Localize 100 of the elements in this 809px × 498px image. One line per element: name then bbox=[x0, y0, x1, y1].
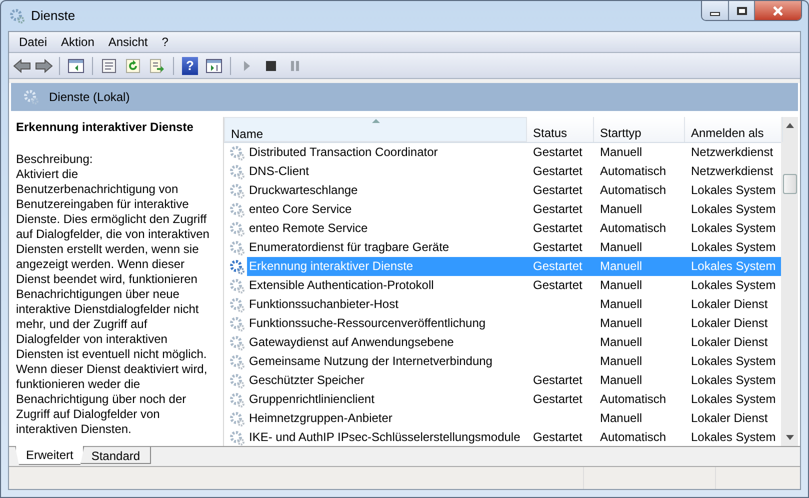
table-cell: Automatisch bbox=[600, 392, 666, 406]
table-cell: Gestartet bbox=[533, 430, 582, 444]
maximize-button[interactable] bbox=[729, 1, 755, 20]
table-cell: Automatisch bbox=[600, 221, 666, 235]
table-cell: Lokales System bbox=[691, 354, 776, 368]
table-cell: Lokales System bbox=[691, 259, 776, 273]
service-name[interactable]: Funktionssuchanbieter-Host bbox=[247, 295, 527, 314]
table-cell: Manuell bbox=[600, 354, 642, 368]
table-cell: Lokales System bbox=[691, 183, 776, 197]
gears-icon bbox=[229, 220, 245, 236]
gears-icon bbox=[229, 182, 245, 198]
table-cell: Manuell bbox=[600, 373, 642, 387]
table-cell: Netzwerkdienst bbox=[691, 164, 774, 178]
menu-item[interactable]: Ansicht bbox=[102, 32, 154, 52]
gears-icon bbox=[229, 164, 245, 180]
gears-icon bbox=[229, 202, 245, 218]
scroll-up-icon[interactable] bbox=[786, 123, 794, 128]
table-cell: Manuell bbox=[600, 411, 642, 425]
table-cell: Lokales System bbox=[691, 392, 776, 406]
table-cell: Lokales System bbox=[691, 202, 776, 216]
table-cell: Netzwerkdienst bbox=[691, 145, 774, 159]
service-name[interactable]: IKE- und AuthIP IPsec-Schlüsselerstellungsmodule bbox=[247, 428, 527, 447]
service-name[interactable]: Gatewaydienst auf Anwendungsebene bbox=[247, 333, 527, 352]
window-title: Dienste bbox=[31, 7, 76, 26]
table-cell: Manuell bbox=[600, 145, 642, 159]
column-header[interactable]: Starttyp bbox=[594, 117, 685, 142]
gears-icon bbox=[229, 258, 245, 274]
table-cell: Lokales System bbox=[691, 240, 776, 254]
service-name[interactable]: enteo Core Service bbox=[247, 200, 527, 219]
menu-item[interactable]: Datei bbox=[13, 32, 54, 52]
service-name[interactable]: Extensible Authentication-Protokoll bbox=[247, 276, 527, 295]
scroll-thumb[interactable] bbox=[782, 174, 796, 194]
table-cell: Manuell bbox=[600, 316, 642, 330]
table-cell: Lokales System bbox=[691, 373, 776, 387]
gears-icon bbox=[229, 430, 245, 446]
table-cell: Lokaler Dienst bbox=[691, 335, 768, 349]
table-cell: Manuell bbox=[600, 297, 642, 311]
service-name[interactable]: Distributed Transaction Coordinator bbox=[247, 143, 527, 162]
gears-icon bbox=[229, 392, 245, 408]
table-cell: Automatisch bbox=[600, 430, 666, 444]
help-button[interactable]: ? bbox=[182, 56, 198, 74]
gears-icon bbox=[229, 316, 245, 332]
table-cell: Lokaler Dienst bbox=[691, 411, 768, 425]
table-cell: Lokaler Dienst bbox=[691, 297, 768, 311]
menu-item[interactable]: Aktion bbox=[55, 32, 100, 52]
service-name[interactable]: DNS-Client bbox=[247, 162, 527, 181]
close-button[interactable] bbox=[755, 1, 801, 20]
service-name[interactable]: Druckwarteschlange bbox=[247, 181, 527, 200]
service-name[interactable]: Heimnetzgruppen-Anbieter bbox=[247, 409, 527, 428]
table-cell: Gestartet bbox=[533, 392, 582, 406]
table-cell: Gestartet bbox=[533, 373, 582, 387]
table-cell: Lokales System bbox=[691, 221, 776, 235]
gears-icon bbox=[229, 278, 245, 294]
gears-icon bbox=[229, 334, 245, 350]
table-cell: Manuell bbox=[600, 278, 642, 292]
gears-icon bbox=[229, 354, 245, 370]
table-cell: Gestartet bbox=[533, 240, 582, 254]
gears-icon bbox=[229, 240, 245, 256]
tab[interactable]: Standard bbox=[80, 447, 152, 464]
service-name[interactable]: enteo Remote Service bbox=[247, 219, 527, 238]
minimize-button[interactable] bbox=[702, 1, 729, 20]
scroll-down-icon[interactable] bbox=[786, 435, 794, 440]
description-label: Beschreibung: bbox=[16, 152, 94, 167]
table-cell: Automatisch bbox=[600, 164, 666, 178]
table-cell: Gestartet bbox=[533, 164, 582, 178]
scrollbar[interactable] bbox=[781, 117, 798, 446]
table-cell: Manuell bbox=[600, 259, 642, 273]
gears-icon bbox=[229, 144, 245, 160]
table-cell: Manuell bbox=[600, 335, 642, 349]
service-name[interactable]: Enumeratordienst für tragbare Geräte bbox=[247, 238, 527, 257]
service-title: Erkennung interaktiver Dienste bbox=[16, 119, 194, 136]
sort-arrow-icon bbox=[372, 119, 380, 123]
tab[interactable]: Erweitert bbox=[15, 446, 84, 465]
gears-icon bbox=[9, 8, 25, 24]
table-cell: Automatisch bbox=[600, 183, 666, 197]
column-header[interactable]: Status bbox=[527, 117, 594, 142]
table-cell: Gestartet bbox=[533, 221, 582, 235]
table-cell: Manuell bbox=[600, 240, 642, 254]
service-name[interactable]: Gruppenrichtlinienclient bbox=[247, 390, 527, 409]
close-icon bbox=[772, 6, 784, 16]
service-name[interactable]: Gemeinsame Nutzung der Internetverbindung bbox=[247, 352, 527, 371]
table-cell: Manuell bbox=[600, 202, 642, 216]
gears-icon bbox=[229, 372, 245, 388]
gears-icon bbox=[229, 296, 245, 312]
table-cell: Gestartet bbox=[533, 145, 582, 159]
table-cell: Gestartet bbox=[533, 202, 582, 216]
table-cell: Lokales System bbox=[691, 278, 776, 292]
service-name[interactable]: Geschützter Speicher bbox=[247, 371, 527, 390]
table-cell: Gestartet bbox=[533, 183, 582, 197]
service-name[interactable]: Funktionssuche-Ressourcenveröffentlichung bbox=[247, 314, 527, 333]
menu-item[interactable]: ? bbox=[156, 32, 174, 52]
gears-icon bbox=[229, 410, 245, 426]
column-header[interactable]: Name bbox=[224, 117, 527, 142]
table-cell: Gestartet bbox=[533, 278, 582, 292]
description-text: Aktiviert die Benutzerbenachrichtigung von Benutzereingaben für interaktive Dienste. Dies ermöglicht den Zugriff auf Dialogfelder, die von interaktiven Diensten erstellt werden, wenn sie angezeigt werden. Wenn dieser Dienst beendet wird, funktionieren Benachrichtigungen über neue interaktive Dienstdialogfelder nicht mehr, und der Zugriff auf Dialogfelder von interaktiven Diensten ist eventuell nicht möglich. Wenn dieser Dienst deaktiviert wird, funktionieren weder die Benachrichtigung über noch der Zugriff auf Dialogfelder von interaktiven Diensten. bbox=[16, 167, 210, 437]
table-cell: Lokales System bbox=[691, 430, 776, 444]
gears-icon bbox=[23, 89, 39, 105]
header-title: Dienste (Lokal) bbox=[49, 89, 130, 106]
table-cell: Lokaler Dienst bbox=[691, 316, 768, 330]
table-cell: Gestartet bbox=[533, 259, 582, 273]
